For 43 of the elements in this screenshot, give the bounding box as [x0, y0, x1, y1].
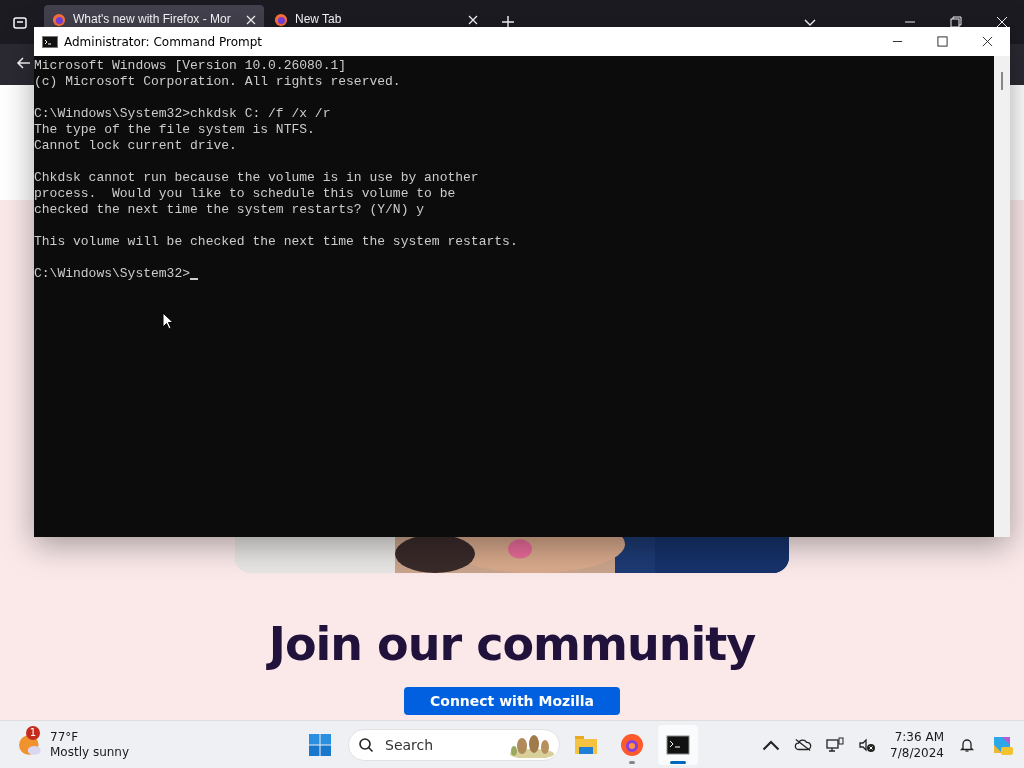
browser-tab[interactable]: What's new with Firefox - Mor	[44, 5, 264, 27]
section-heading: Join our community	[268, 617, 756, 671]
text-cursor	[190, 278, 199, 280]
connect-button[interactable]: Connect with Mozilla	[404, 687, 620, 715]
weather-condition: Mostly sunny	[50, 744, 130, 760]
clock-time[interactable]: 7:36 AM	[894, 728, 944, 745]
maximize-icon[interactable]	[937, 36, 948, 47]
console-line: Chkdsk cannot run because the volume is in use by another	[34, 170, 479, 185]
console-line: Microsoft Windows [Version 10.0.26080.1]	[34, 58, 347, 73]
notification-badge: 1	[26, 725, 40, 740]
clock-date[interactable]: 7/8/2024	[890, 744, 944, 761]
console-icon	[666, 732, 690, 757]
console-icon	[42, 35, 58, 48]
browser-tab[interactable]: New Tab	[266, 5, 486, 27]
bell-icon[interactable]	[958, 736, 976, 753]
volume-muted-icon[interactable]	[858, 736, 877, 753]
console-line: (c) Microsoft Corporation. All rights reserved.	[34, 74, 401, 89]
taskbar-app[interactable]	[658, 724, 698, 765]
temperature: 77°F	[50, 729, 80, 745]
network-icon[interactable]	[826, 736, 845, 753]
chevron-down-icon[interactable]	[804, 19, 816, 27]
console-line: C:\Windows\System32>chkdsk C: /f /x /r	[34, 106, 331, 121]
scrollbar[interactable]	[994, 56, 1010, 537]
tab-list-icon[interactable]	[12, 15, 28, 31]
console-prompt: C:\Windows\System32>	[34, 266, 191, 282]
close-icon[interactable]	[982, 36, 993, 47]
console-line: Cannot lock current drive.	[34, 138, 237, 153]
mouse-pointer-icon	[162, 312, 174, 330]
search-icon	[358, 736, 374, 753]
window-title: Administrator: Command Prompt	[64, 34, 262, 49]
search-field[interactable]: Search	[348, 728, 560, 761]
console-line: checked the next time the system restarts? (Y/N) y	[34, 202, 425, 217]
firefox-icon	[620, 732, 644, 757]
firefox-icon	[52, 13, 66, 27]
firefox-icon	[274, 13, 288, 27]
console-line: process. Would you like to schedule this volume to be	[34, 186, 456, 201]
console-line: This volume will be checked the next time the system restarts.	[34, 234, 518, 249]
new-tab-icon[interactable]	[502, 16, 514, 28]
restore-icon[interactable]	[950, 16, 962, 28]
back-arrow-icon[interactable]	[16, 54, 32, 71]
cloud-off-icon[interactable]	[794, 736, 813, 753]
console-line: The type of the file system is NTFS.	[34, 122, 315, 137]
start-icon[interactable]	[308, 732, 332, 757]
